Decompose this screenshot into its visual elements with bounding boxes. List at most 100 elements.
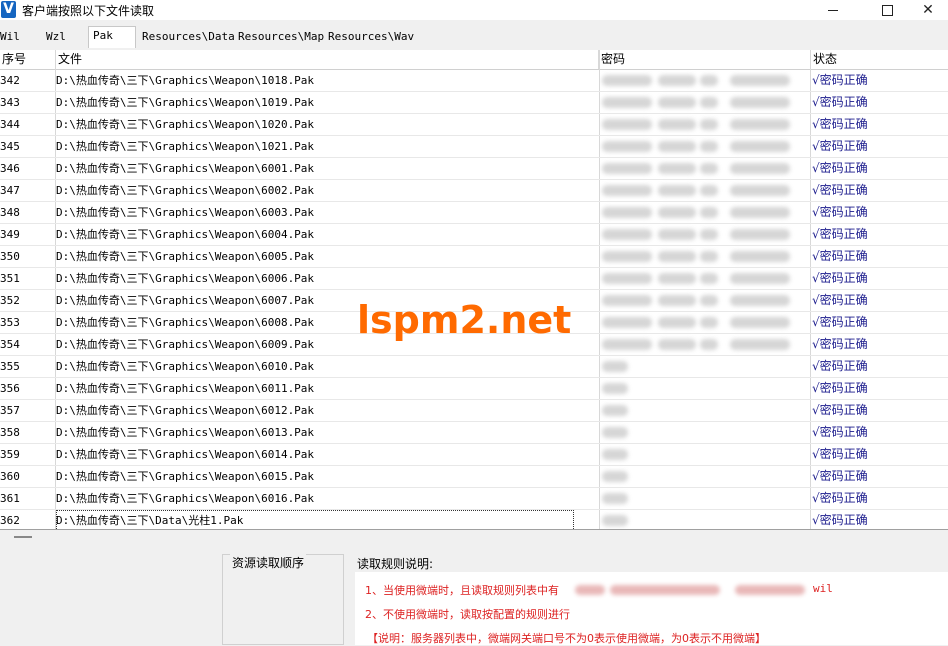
redacted-text bbox=[700, 141, 718, 152]
redacted-text bbox=[735, 585, 805, 595]
rule-line-1-tail: wil bbox=[813, 582, 833, 595]
table-row[interactable]: 349 D:\热血传奇\三下\Graphics\Weapon\6004.Pak √密… bbox=[0, 224, 948, 246]
file-list[interactable]: 序号 文件 密码 状态 342 D:\热血传奇\三下\Graphics\Weapo… bbox=[0, 50, 948, 530]
redacted-text bbox=[602, 405, 628, 416]
column-header-seq[interactable]: 序号 bbox=[0, 50, 56, 69]
row-password-redacted bbox=[600, 136, 808, 157]
rules-box: 1、当使用微端时，且读取规则列表中有 wil 2、不使用微端时，读取按配置的规则… bbox=[355, 572, 948, 645]
table-row[interactable]: 351 D:\热血传奇\三下\Graphics\Weapon\6006.Pak √密… bbox=[0, 268, 948, 290]
redacted-text bbox=[730, 251, 790, 262]
table-row[interactable]: 347 D:\热血传奇\三下\Graphics\Weapon\6002.Pak √密… bbox=[0, 180, 948, 202]
tab-wil[interactable]: Wil bbox=[0, 28, 24, 46]
redacted-text bbox=[658, 163, 696, 174]
row-file-path: D:\热血传奇\三下\Graphics\Weapon\6013.Pak bbox=[56, 426, 315, 439]
redacted-text bbox=[700, 185, 718, 196]
column-header-file[interactable]: 文件 bbox=[56, 50, 599, 69]
table-row[interactable]: 345 D:\热血传奇\三下\Graphics\Weapon\1021.Pak √密… bbox=[0, 136, 948, 158]
row-file-path: D:\热血传奇\三下\Graphics\Weapon\6012.Pak bbox=[56, 404, 315, 417]
table-row[interactable]: 362 D:\热血传奇\三下\Data\光柱1.Pak √密码正确 bbox=[0, 510, 948, 529]
redacted-text bbox=[730, 185, 790, 196]
row-seq: 358 bbox=[0, 426, 20, 439]
table-row[interactable]: 356 D:\热血传奇\三下\Graphics\Weapon\6011.Pak √密… bbox=[0, 378, 948, 400]
redacted-text bbox=[658, 141, 696, 152]
row-password-redacted bbox=[600, 466, 808, 487]
row-file-path: D:\热血传奇\三下\Graphics\Weapon\6005.Pak bbox=[56, 250, 315, 263]
table-row[interactable]: 359 D:\热血传奇\三下\Graphics\Weapon\6014.Pak √密… bbox=[0, 444, 948, 466]
table-row[interactable]: 357 D:\热血传奇\三下\Graphics\Weapon\6012.Pak √密… bbox=[0, 400, 948, 422]
redacted-text bbox=[700, 295, 718, 306]
table-row[interactable]: 361 D:\热血传奇\三下\Graphics\Weapon\6016.Pak √密… bbox=[0, 488, 948, 510]
row-password-redacted bbox=[600, 400, 808, 421]
row-status: √密码正确 bbox=[812, 425, 868, 439]
redacted-text bbox=[602, 163, 652, 174]
table-row[interactable]: 342 D:\热血传奇\三下\Graphics\Weapon\1018.Pak √密… bbox=[0, 70, 948, 92]
table-row[interactable]: 358 D:\热血传奇\三下\Graphics\Weapon\6013.Pak √密… bbox=[0, 422, 948, 444]
title-bar: V 客户端按照以下文件读取 ✕ bbox=[0, 0, 948, 20]
maximize-button[interactable] bbox=[864, 0, 910, 20]
table-row[interactable]: 344 D:\热血传奇\三下\Graphics\Weapon\1020.Pak √密… bbox=[0, 114, 948, 136]
redacted-text bbox=[602, 185, 652, 196]
table-row[interactable]: 346 D:\热血传奇\三下\Graphics\Weapon\6001.Pak √密… bbox=[0, 158, 948, 180]
minimize-button[interactable] bbox=[810, 0, 856, 20]
row-status: √密码正确 bbox=[812, 249, 868, 263]
row-password-redacted bbox=[600, 444, 808, 465]
tab-resources-map[interactable]: Resources\Map bbox=[234, 28, 328, 46]
bottom-panel: 资源读取顺序 读取规则说明: 1、当使用微端时，且读取规则列表中有 wil 2、… bbox=[0, 546, 948, 645]
scrollbar-thumb[interactable] bbox=[14, 536, 32, 538]
row-password-redacted bbox=[600, 488, 808, 509]
horizontal-scrollbar[interactable] bbox=[0, 530, 948, 544]
redacted-text bbox=[602, 383, 628, 394]
rules-title: 读取规则说明: bbox=[357, 557, 434, 571]
redacted-text bbox=[658, 207, 696, 218]
redacted-text bbox=[700, 251, 718, 262]
row-file-path: D:\热血传奇\三下\Graphics\Weapon\6002.Pak bbox=[56, 184, 315, 197]
column-header-status[interactable]: 状态 bbox=[811, 50, 948, 69]
table-row[interactable]: 360 D:\热血传奇\三下\Graphics\Weapon\6015.Pak √密… bbox=[0, 466, 948, 488]
row-file-path: D:\热血传奇\三下\Graphics\Weapon\6014.Pak bbox=[56, 448, 315, 461]
close-button[interactable]: ✕ bbox=[908, 0, 948, 20]
row-status: √密码正确 bbox=[812, 315, 868, 329]
row-seq: 344 bbox=[0, 118, 20, 131]
row-status: √密码正确 bbox=[812, 161, 868, 175]
row-seq: 359 bbox=[0, 448, 20, 461]
row-password-redacted bbox=[600, 158, 808, 179]
table-row[interactable]: 350 D:\热血传奇\三下\Graphics\Weapon\6005.Pak √密… bbox=[0, 246, 948, 268]
row-password-redacted bbox=[600, 180, 808, 201]
tab-pak[interactable]: Pak bbox=[88, 26, 136, 48]
row-file-path: D:\热血传奇\三下\Graphics\Weapon\1020.Pak bbox=[56, 118, 315, 131]
row-status: √密码正确 bbox=[812, 447, 868, 461]
row-password-redacted bbox=[600, 202, 808, 223]
table-row[interactable]: 348 D:\热血传奇\三下\Graphics\Weapon\6003.Pak √密… bbox=[0, 202, 948, 224]
redacted-text bbox=[602, 141, 652, 152]
row-seq: 352 bbox=[0, 294, 20, 307]
row-status: √密码正确 bbox=[812, 491, 868, 505]
redacted-text bbox=[658, 97, 696, 108]
redacted-text bbox=[700, 339, 718, 350]
redacted-text bbox=[658, 273, 696, 284]
rule-line-1: 1、当使用微端时，且读取规则列表中有 bbox=[365, 584, 559, 597]
row-file-path: D:\热血传奇\三下\Graphics\Weapon\1019.Pak bbox=[56, 96, 315, 109]
redacted-text bbox=[700, 317, 718, 328]
row-seq: 342 bbox=[0, 74, 20, 87]
table-row[interactable]: 355 D:\热血传奇\三下\Graphics\Weapon\6010.Pak √密… bbox=[0, 356, 948, 378]
row-password-redacted bbox=[600, 92, 808, 113]
redacted-text bbox=[730, 229, 790, 240]
rule-note: 【说明：服务器列表中，微端网关端口号不为0表示使用微端，为0表示不用微端】 bbox=[367, 632, 766, 645]
tab-wzl[interactable]: Wzl bbox=[42, 28, 70, 46]
tab-resources-data[interactable]: Resources\Data bbox=[138, 28, 239, 46]
table-row[interactable]: 343 D:\热血传奇\三下\Graphics\Weapon\1019.Pak √密… bbox=[0, 92, 948, 114]
row-file-path: D:\热血传奇\三下\Graphics\Weapon\6010.Pak bbox=[56, 360, 315, 373]
tab-resources-wav[interactable]: Resources\Wav bbox=[324, 28, 418, 46]
redacted-text bbox=[730, 119, 790, 130]
row-file-path: D:\热血传奇\三下\Graphics\Weapon\6001.Pak bbox=[56, 162, 315, 175]
row-password-redacted bbox=[600, 246, 808, 267]
redacted-text bbox=[602, 317, 652, 328]
redacted-text bbox=[730, 273, 790, 284]
redacted-text bbox=[610, 585, 720, 595]
redacted-text bbox=[730, 317, 790, 328]
row-status: √密码正确 bbox=[812, 293, 868, 307]
row-seq: 350 bbox=[0, 250, 20, 263]
row-status: √密码正确 bbox=[812, 271, 868, 285]
column-header-password[interactable]: 密码 bbox=[599, 50, 811, 69]
row-status: √密码正确 bbox=[812, 73, 868, 87]
